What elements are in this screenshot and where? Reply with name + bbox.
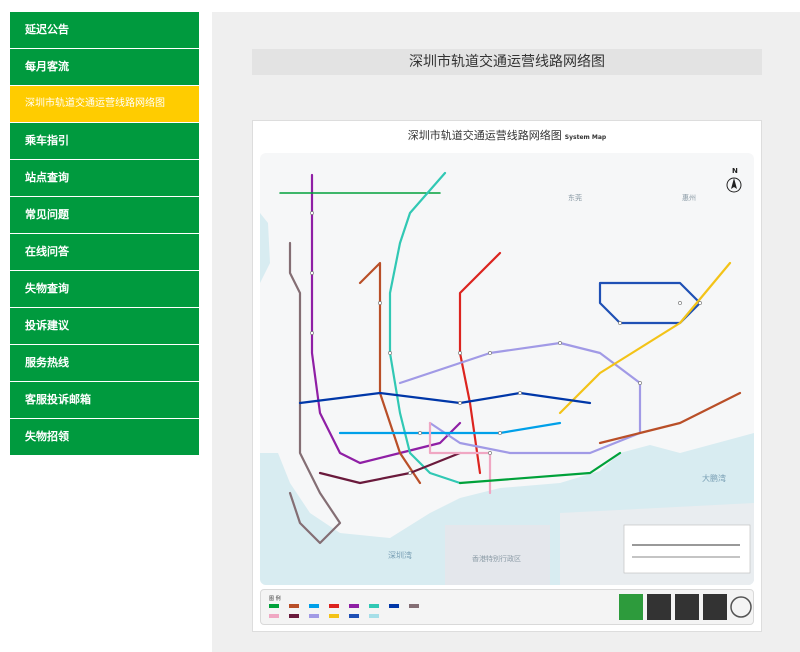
metro-map[interactable]: 东莞 惠州 大鹏湾 深圳湾 香港特别行政区 N <box>260 153 754 585</box>
map-legend: 图 例 <box>260 589 754 625</box>
label-hongkong: 香港特别行政区 <box>472 554 521 563</box>
north-label: N <box>732 167 738 175</box>
line-11 <box>318 451 462 485</box>
metro-map-card: 深圳市轨道交通运营线路网络图 System Map 东莞 惠州 大鹏湾 深圳湾 香… <box>252 120 762 632</box>
main-content: 深圳市轨道交通运营线路网络图 深圳市轨道交通运营线路网络图 System Map … <box>212 12 800 652</box>
map-title: 深圳市轨道交通运营线路网络图 System Map <box>253 127 761 143</box>
label-dongguan: 东莞 <box>568 193 582 202</box>
sidebar-item-11[interactable]: 失物招领 <box>10 419 199 455</box>
line-5 <box>310 173 462 465</box>
sidebar-item-3[interactable]: 乘车指引 <box>10 123 199 159</box>
label-shenzhen-bay: 深圳湾 <box>388 550 412 560</box>
qr-codes <box>619 594 752 620</box>
sidebar-item-1[interactable]: 每月客流 <box>10 49 199 85</box>
line-12 <box>398 341 642 455</box>
line-7 <box>298 391 592 405</box>
sidebar-item-4[interactable]: 站点查询 <box>10 160 199 196</box>
sidebar-item-5[interactable]: 常见问题 <box>10 197 199 233</box>
north-arrow-icon: N <box>726 167 742 193</box>
line-3-ext <box>598 391 742 445</box>
page-title: 深圳市轨道交通运营线路网络图 <box>252 49 762 75</box>
sidebar-item-2[interactable]: 深圳市轨道交通运营线路网络图 <box>10 86 199 122</box>
airport-inset <box>623 524 751 574</box>
legend-title: 图 例 <box>269 595 281 602</box>
legend-line-swatches <box>269 604 419 618</box>
sidebar-item-0[interactable]: 延迟公告 <box>10 12 199 48</box>
sidebar-item-10[interactable]: 客服投诉邮箱 <box>10 382 199 418</box>
legend-svg: 图 例 <box>269 594 752 620</box>
label-dapeng-bay: 大鹏湾 <box>702 473 726 483</box>
sidebar-item-9[interactable]: 服务热线 <box>10 345 199 381</box>
sidebar-item-8[interactable]: 投诉建议 <box>10 308 199 344</box>
label-huizhou: 惠州 <box>682 193 696 202</box>
sidebar-item-7[interactable]: 失物查询 <box>10 271 199 307</box>
stations <box>310 211 702 475</box>
pearl-river <box>260 213 270 283</box>
line-4 <box>458 251 502 475</box>
map-title-en: System Map <box>564 134 607 141</box>
line-14 <box>558 261 732 415</box>
metro-map-svg: 东莞 惠州 大鹏湾 深圳湾 香港特别行政区 N <box>260 167 754 585</box>
sidebar-item-6[interactable]: 在线问答 <box>10 234 199 270</box>
sidebar: 延迟公告 每月客流 深圳市轨道交通运营线路网络图 乘车指引 站点查询 常见问题 在线问答 失物… <box>10 12 199 456</box>
map-title-cn: 深圳市轨道交通运营线路网络图 <box>407 129 562 142</box>
